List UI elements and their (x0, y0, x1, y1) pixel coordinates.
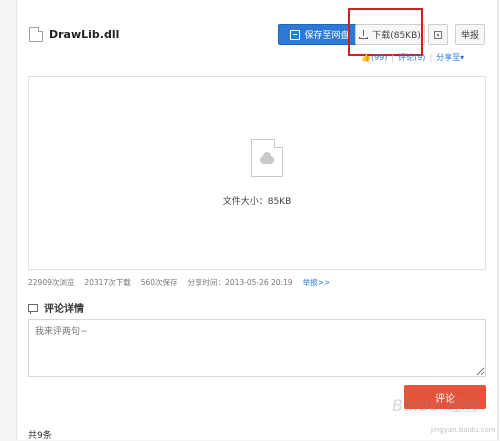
download-label: 下载(85KB) (372, 31, 421, 41)
comment-input[interactable] (28, 319, 486, 377)
download-icon (359, 30, 369, 39)
like-count: (99) (370, 53, 388, 62)
view-count: 22909次浏览 (28, 278, 75, 287)
share-time: 分享时间：2013-05-26 20:19 (187, 278, 293, 287)
comments-heading: 评论详情 (28, 300, 84, 315)
file-preview: 文件大小：85KB (28, 76, 486, 270)
file-stats: 22909次浏览 20317次下载 560次保存 分享时间：2013-05-26… (28, 277, 330, 288)
report-button[interactable]: 举报 (455, 24, 485, 45)
document-cloud-icon (251, 139, 283, 177)
report-label: 举报 (460, 31, 479, 41)
download-count: 20317次下载 (84, 278, 131, 287)
comment-icon (28, 303, 38, 314)
comment-count: 共9条 (28, 431, 52, 441)
like-link[interactable]: 👍(99) (361, 53, 387, 62)
save-to-cloud-label: 保存至网盘 (304, 31, 350, 41)
comments-title: 评论详情 (44, 304, 84, 315)
qr-code-icon (434, 30, 442, 39)
file-icon (29, 27, 43, 42)
qr-code-button[interactable] (428, 24, 448, 45)
social-actions: 👍(99) | 评论(9) | 分享至▾ (361, 52, 464, 63)
divider: | (429, 53, 433, 62)
file-size-label: 文件大小：85KB (222, 197, 292, 207)
file-name: DrawLib.dll (49, 28, 120, 41)
file-header: DrawLib.dll (29, 27, 119, 42)
report-link[interactable]: 举报>> (303, 277, 331, 288)
submit-comment-button[interactable]: 评论 (404, 385, 486, 409)
thumbs-up-icon: 👍 (361, 53, 371, 62)
save-icon (290, 29, 301, 40)
submit-comment-label: 评论 (435, 393, 455, 405)
cloud-icon (260, 152, 274, 164)
share-dropdown[interactable]: 分享至▾ (436, 52, 464, 63)
divider: | (391, 53, 395, 62)
comment-link[interactable]: 评论(9) (398, 52, 425, 63)
file-share-panel: DrawLib.dll 保存至网盘 下载(85KB) 举报 👍(99) | 评论… (16, 0, 498, 441)
save-count: 560次保存 (140, 278, 178, 287)
save-to-cloud-button[interactable]: 保存至网盘 (278, 24, 362, 45)
download-button[interactable]: 下载(85KB) (355, 24, 425, 45)
